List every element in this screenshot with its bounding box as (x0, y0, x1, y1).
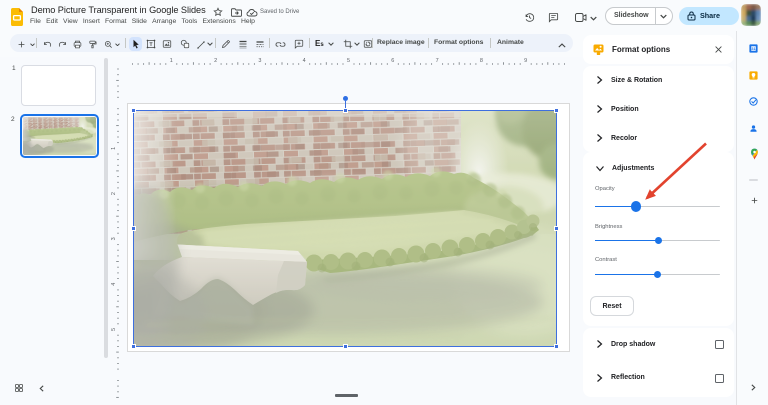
svg-text:3: 3 (258, 58, 261, 64)
svg-text:4: 4 (303, 58, 306, 64)
svg-text:3: 3 (111, 237, 117, 240)
svg-text:7: 7 (436, 58, 439, 64)
svg-text:2: 2 (214, 58, 217, 64)
svg-text:4: 4 (111, 283, 117, 286)
svg-text:2: 2 (111, 192, 117, 195)
svg-text:1: 1 (170, 58, 173, 64)
svg-text:5: 5 (347, 58, 350, 64)
svg-text:1: 1 (111, 147, 117, 150)
svg-text:9: 9 (524, 58, 527, 64)
svg-text:8: 8 (480, 58, 483, 64)
svg-text:5: 5 (111, 328, 117, 331)
svg-text:6: 6 (391, 58, 394, 64)
